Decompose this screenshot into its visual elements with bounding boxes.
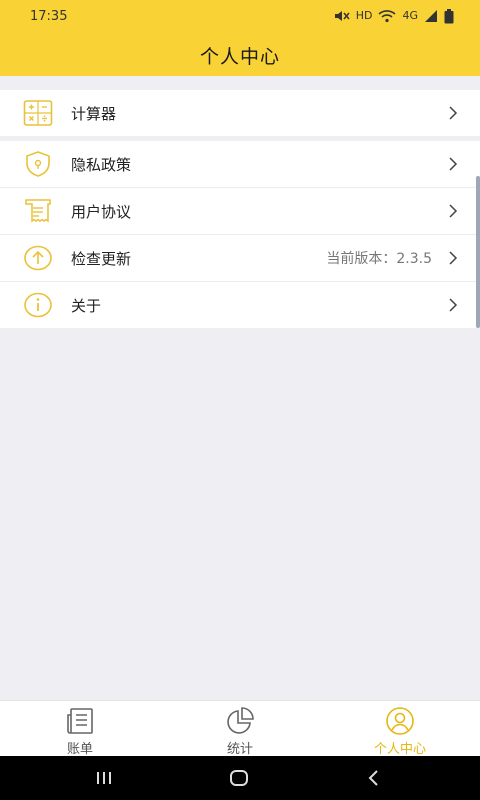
upload-circle-icon bbox=[24, 245, 52, 271]
tab-bills[interactable]: 账单 bbox=[0, 701, 160, 757]
status-icons: HD 4G bbox=[334, 8, 454, 24]
menu-item-check-update[interactable]: 检查更新 当前版本：2.3.5 bbox=[0, 235, 480, 282]
chevron-right-icon bbox=[449, 298, 458, 312]
menu-item-label: 检查更新 bbox=[71, 249, 132, 268]
tab-label: 统计 bbox=[226, 742, 253, 757]
menu-item-label: 隐私政策 bbox=[71, 155, 132, 174]
tab-profile[interactable]: 个人中心 bbox=[320, 701, 480, 757]
menu-item-calculator[interactable]: 计算器 bbox=[0, 90, 480, 136]
chevron-right-icon bbox=[449, 157, 458, 171]
wifi-icon bbox=[378, 10, 397, 23]
menu-item-label: 计算器 bbox=[71, 104, 117, 123]
menu-item-privacy-policy[interactable]: 隐私政策 bbox=[0, 141, 480, 188]
back-icon[interactable] bbox=[364, 768, 384, 788]
status-time: 17:35 bbox=[30, 9, 68, 24]
tab-statistics[interactable]: 统计 bbox=[160, 701, 320, 757]
document-icon bbox=[25, 199, 51, 223]
calculator-icon bbox=[23, 100, 53, 126]
pie-chart-icon bbox=[227, 707, 254, 734]
system-navigation-bar bbox=[0, 756, 480, 800]
recent-apps-icon[interactable] bbox=[94, 768, 114, 788]
menu-group-info: 隐私政策 用户协议 检查更新 当前版本：2.3.5 关于 bbox=[0, 141, 480, 328]
hd-label: HD bbox=[355, 9, 373, 22]
battery-icon bbox=[444, 8, 454, 23]
scrollbar[interactable] bbox=[476, 176, 480, 328]
menu-group-tools: 计算器 bbox=[0, 90, 480, 136]
signal-type-label: 4G bbox=[402, 9, 418, 22]
app-header: 17:35 HD 4G 个人中心 bbox=[0, 0, 480, 76]
chevron-right-icon bbox=[449, 204, 458, 218]
menu-item-user-agreement[interactable]: 用户协议 bbox=[0, 188, 480, 235]
chevron-right-icon bbox=[449, 251, 458, 265]
tab-label: 账单 bbox=[66, 742, 93, 757]
current-version: 当前版本：2.3.5 bbox=[326, 251, 432, 267]
menu-item-label: 用户协议 bbox=[71, 202, 132, 221]
signal-icon bbox=[425, 10, 437, 22]
home-icon[interactable] bbox=[229, 768, 249, 788]
ledger-icon bbox=[67, 708, 93, 734]
page-title: 个人中心 bbox=[199, 46, 280, 68]
status-bar: 17:35 HD 4G bbox=[0, 0, 480, 34]
shield-icon bbox=[26, 151, 50, 177]
bottom-tab-bar: 账单 统计 个人中心 bbox=[0, 700, 480, 757]
menu-item-about[interactable]: 关于 bbox=[0, 282, 480, 328]
chevron-right-icon bbox=[449, 106, 458, 120]
tab-label: 个人中心 bbox=[373, 742, 426, 757]
info-icon bbox=[24, 292, 52, 318]
menu-item-label: 关于 bbox=[71, 296, 102, 315]
mute-icon bbox=[334, 11, 350, 21]
user-icon bbox=[386, 707, 414, 735]
